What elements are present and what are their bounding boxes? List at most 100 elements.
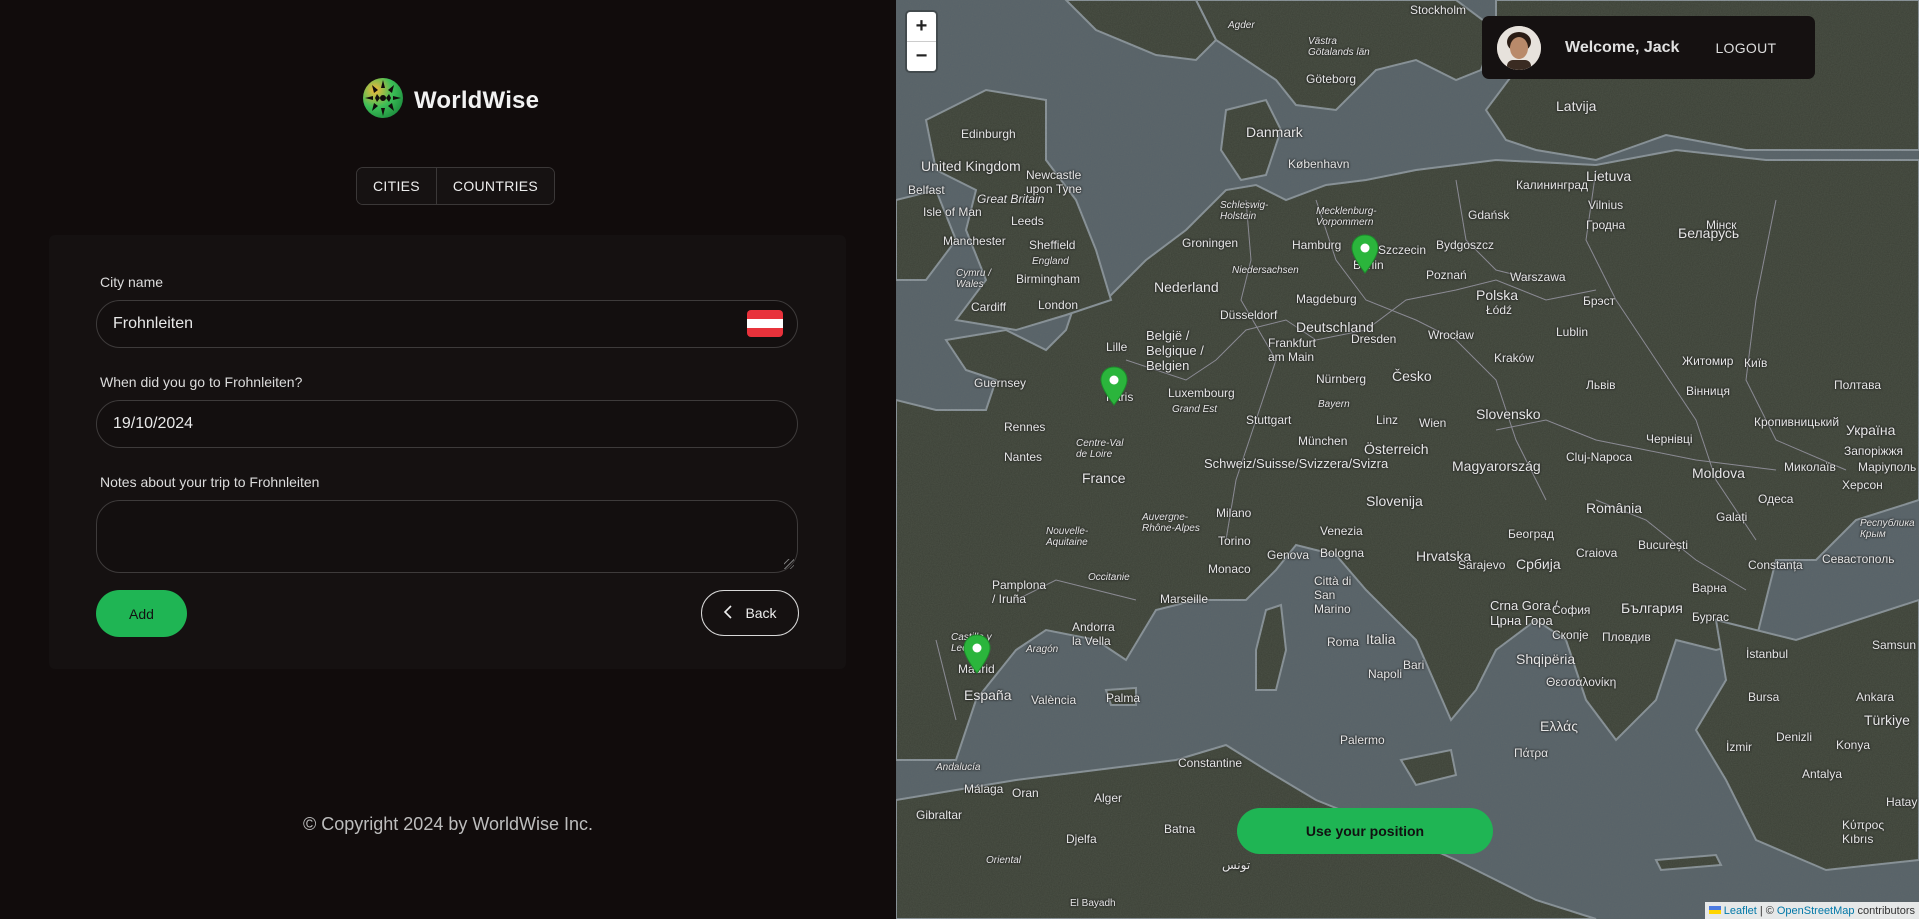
map-label: Auvergne-Rhône-Alpes [1142, 512, 1200, 534]
map-marker-paris[interactable] [1100, 366, 1128, 411]
map-label: Nederland [1154, 279, 1219, 295]
map-label: Bursa [1748, 690, 1780, 704]
map-label: Херсон [1842, 478, 1883, 492]
avatar [1497, 25, 1541, 70]
zoom-in-button[interactable]: + [907, 12, 936, 41]
map-label: Чернівці [1646, 432, 1693, 446]
map-label: Denizli [1776, 730, 1813, 744]
nav-tabs: CITIES COUNTRIES [356, 167, 556, 205]
city-name-value: Frohnleiten [113, 315, 194, 332]
map-label: Sheffield [1029, 238, 1076, 252]
map-label: Monaco [1208, 562, 1251, 576]
map-label: Göteborg [1306, 72, 1357, 86]
map-label: Кропивницький [1754, 415, 1840, 429]
osm-link[interactable]: OpenStreetMap [1777, 905, 1855, 917]
map-label: Lublin [1556, 325, 1589, 339]
map-label: Stockholm [1410, 3, 1467, 17]
map-label: Мінск [1706, 218, 1737, 232]
map-label: Sarajevo [1458, 558, 1506, 572]
map-label: Cluj-Napoca [1566, 450, 1633, 464]
app-logo[interactable]: WorldWise [362, 77, 539, 124]
map-label: Linz [1376, 413, 1399, 427]
map-label: Hatay [1886, 795, 1918, 809]
map-label: Aragón [1026, 644, 1059, 655]
map-label: Україна [1846, 422, 1896, 438]
map-label: Marseille [1160, 592, 1209, 606]
map-label: Bayern [1318, 399, 1350, 410]
map-label: Запоріжжя [1844, 444, 1903, 458]
map-label: Düsseldorf [1220, 308, 1278, 322]
map-label: Stuttgart [1246, 413, 1292, 427]
map-label: Калининград [1516, 178, 1589, 192]
map-label: Österreich [1364, 441, 1429, 457]
globe-logo-icon [362, 77, 404, 124]
map-label: Djelfa [1066, 832, 1097, 846]
map-marker-madrid[interactable] [963, 634, 991, 679]
map-label: Pamplona / Iruña [992, 578, 1047, 606]
notes-textarea[interactable] [96, 500, 798, 573]
map-label: Пловдив [1602, 630, 1651, 644]
back-button[interactable]: Back [701, 590, 799, 636]
map-label: Bydgoszcz [1436, 238, 1495, 252]
map-label: Србија [1516, 556, 1561, 572]
map-label: Dresden [1351, 332, 1397, 346]
map-label: București [1638, 538, 1689, 552]
zoom-out-button[interactable]: − [907, 41, 936, 71]
map-tiles [896, 0, 1919, 919]
add-button[interactable]: Add [96, 590, 187, 637]
map-label: Київ [1744, 356, 1768, 370]
map-label: Magdeburg [1296, 292, 1357, 306]
attribution-separator: | © [1759, 904, 1774, 917]
sidebar: WorldWise CITIES COUNTRIES City name Fro… [0, 0, 896, 919]
resize-handle-icon[interactable] [784, 559, 794, 569]
map-label: Palma [1106, 691, 1141, 705]
map-label: Бургас [1692, 610, 1729, 624]
map-attribution: Leaflet | © OpenStreetMap contributors [1704, 902, 1919, 919]
map-label: València [1031, 693, 1077, 707]
map-label: El Bayadh [1070, 898, 1116, 909]
tab-countries[interactable]: COUNTRIES [435, 168, 555, 204]
map-label: Constanța [1748, 558, 1803, 572]
map-label: Nouvelle-Aquitaine [1046, 526, 1089, 548]
map-label: København [1288, 157, 1350, 171]
map-label: Rennes [1004, 420, 1046, 434]
welcome-text: Welcome, Jack [1565, 38, 1680, 56]
map-label: Manchester [943, 234, 1006, 248]
map-label: Nantes [1004, 450, 1043, 464]
map-label: Ankara [1856, 690, 1895, 704]
map-label: Wrocław [1428, 328, 1474, 342]
city-name-input[interactable]: Frohnleiten [96, 300, 798, 348]
map-label: Nürnberg [1316, 372, 1367, 386]
use-position-button[interactable]: Use your position [1237, 808, 1493, 854]
map-label: Västra Götalands län [1308, 36, 1370, 58]
map-label: Vilnius [1588, 198, 1624, 212]
map-label: Bari [1403, 658, 1425, 672]
map-pin-icon [1100, 366, 1128, 406]
tab-cities[interactable]: CITIES [357, 168, 436, 204]
date-input[interactable]: 19/10/2024 [96, 400, 798, 448]
map-label: Edinburgh [961, 127, 1016, 141]
map-label: Birmingham [1016, 272, 1081, 286]
map-label: Constantine [1178, 756, 1243, 770]
map[interactable]: United Kingdom Great Britain England Edi… [896, 0, 1919, 919]
logout-button[interactable]: LOGOUT [1715, 40, 1776, 56]
map-label: Belfast [908, 183, 945, 197]
map-label: İzmir [1726, 740, 1752, 754]
map-label: Ελλάς [1540, 718, 1578, 734]
map-label: Italia [1366, 631, 1396, 647]
map-label: Groningen [1182, 236, 1239, 250]
map-marker-berlin[interactable] [1351, 234, 1379, 279]
map-label: Житомир [1682, 354, 1734, 368]
map-label: Bologna [1320, 546, 1365, 560]
leaflet-link[interactable]: Leaflet [1724, 905, 1757, 917]
map-label: България [1621, 600, 1683, 616]
map-label: Andalucía [936, 762, 981, 773]
map-label: Κύπρος Kıbrıs [1842, 818, 1885, 846]
map-label: Schweiz/Suisse/Svizzera/Svizra [1204, 456, 1388, 471]
map-label: Roma [1327, 635, 1360, 649]
map-label: Milano [1216, 506, 1252, 520]
map-label: Crna Gora / Црна Гора [1490, 598, 1558, 628]
map-label: Cardiff [971, 300, 1007, 314]
map-label: Slovenija [1366, 493, 1423, 509]
map-label: Севастополь [1822, 552, 1895, 566]
